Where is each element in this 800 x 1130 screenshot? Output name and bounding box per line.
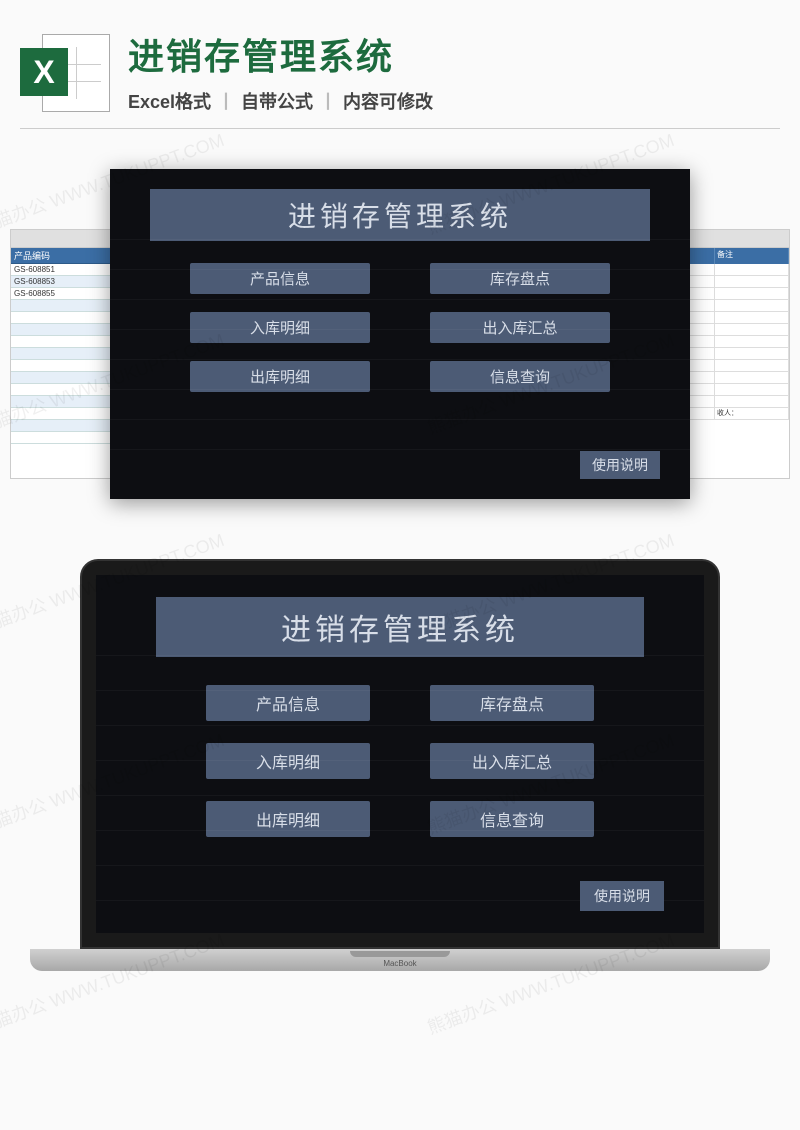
excel-icon: X: [20, 28, 110, 118]
laptop-screen: 进销存管理系统 产品信息 库存盘点 入库明细 出入库汇总 出库明细 信息查询 使…: [96, 575, 704, 933]
laptop-panel-title: 进销存管理系统: [156, 597, 644, 657]
laptop-base: MacBook: [30, 949, 770, 971]
btn-inout-summary[interactable]: 出入库汇总: [430, 312, 610, 343]
header-divider: [20, 128, 780, 129]
page-title: 进销存管理系统: [128, 28, 780, 80]
page-header: X 进销存管理系统 Excel格式 丨 自带公式 丨 内容可修改: [0, 0, 800, 128]
panel-title: 进销存管理系统: [150, 189, 650, 241]
sub-formula: 自带公式: [241, 88, 313, 114]
right-col-note: 备注: [715, 248, 789, 264]
sub-format: Excel格式: [128, 88, 211, 114]
btn-info-query[interactable]: 信息查询: [430, 361, 610, 392]
page-subtitle: Excel格式 丨 自带公式 丨 内容可修改: [128, 88, 780, 114]
separator: 丨: [319, 88, 337, 114]
excel-x-letter: X: [20, 48, 68, 96]
separator: 丨: [217, 88, 235, 114]
laptop-btn-usage-help[interactable]: 使用说明: [580, 881, 664, 911]
btn-inbound-detail[interactable]: 入库明细: [190, 312, 370, 343]
btn-usage-help[interactable]: 使用说明: [580, 451, 660, 479]
main-menu-panel: 进销存管理系统 产品信息 库存盘点 入库明细 出入库汇总 出库明细 信息查询 使…: [110, 169, 690, 499]
btn-outbound-detail[interactable]: 出库明细: [190, 361, 370, 392]
laptop-btn-inout-summary[interactable]: 出入库汇总: [430, 743, 594, 779]
laptop-btn-inbound-detail[interactable]: 入库明细: [206, 743, 370, 779]
laptop-label: MacBook: [383, 959, 416, 968]
laptop-btn-outbound-detail[interactable]: 出库明细: [206, 801, 370, 837]
right-footer: 收人：: [715, 408, 789, 420]
btn-stock-check[interactable]: 库存盘点: [430, 263, 610, 294]
sub-editable: 内容可修改: [343, 88, 433, 114]
btn-product-info[interactable]: 产品信息: [190, 263, 370, 294]
laptop-btn-info-query[interactable]: 信息查询: [430, 801, 594, 837]
laptop-frame: 进销存管理系统 产品信息 库存盘点 入库明细 出入库汇总 出库明细 信息查询 使…: [80, 559, 720, 949]
laptop-mockup: 进销存管理系统 产品信息 库存盘点 入库明细 出入库汇总 出库明细 信息查询 使…: [20, 559, 780, 999]
preview-top: 产品编码 GS-608851 GS-608853 GS-608855 金额 备注…: [20, 169, 780, 499]
